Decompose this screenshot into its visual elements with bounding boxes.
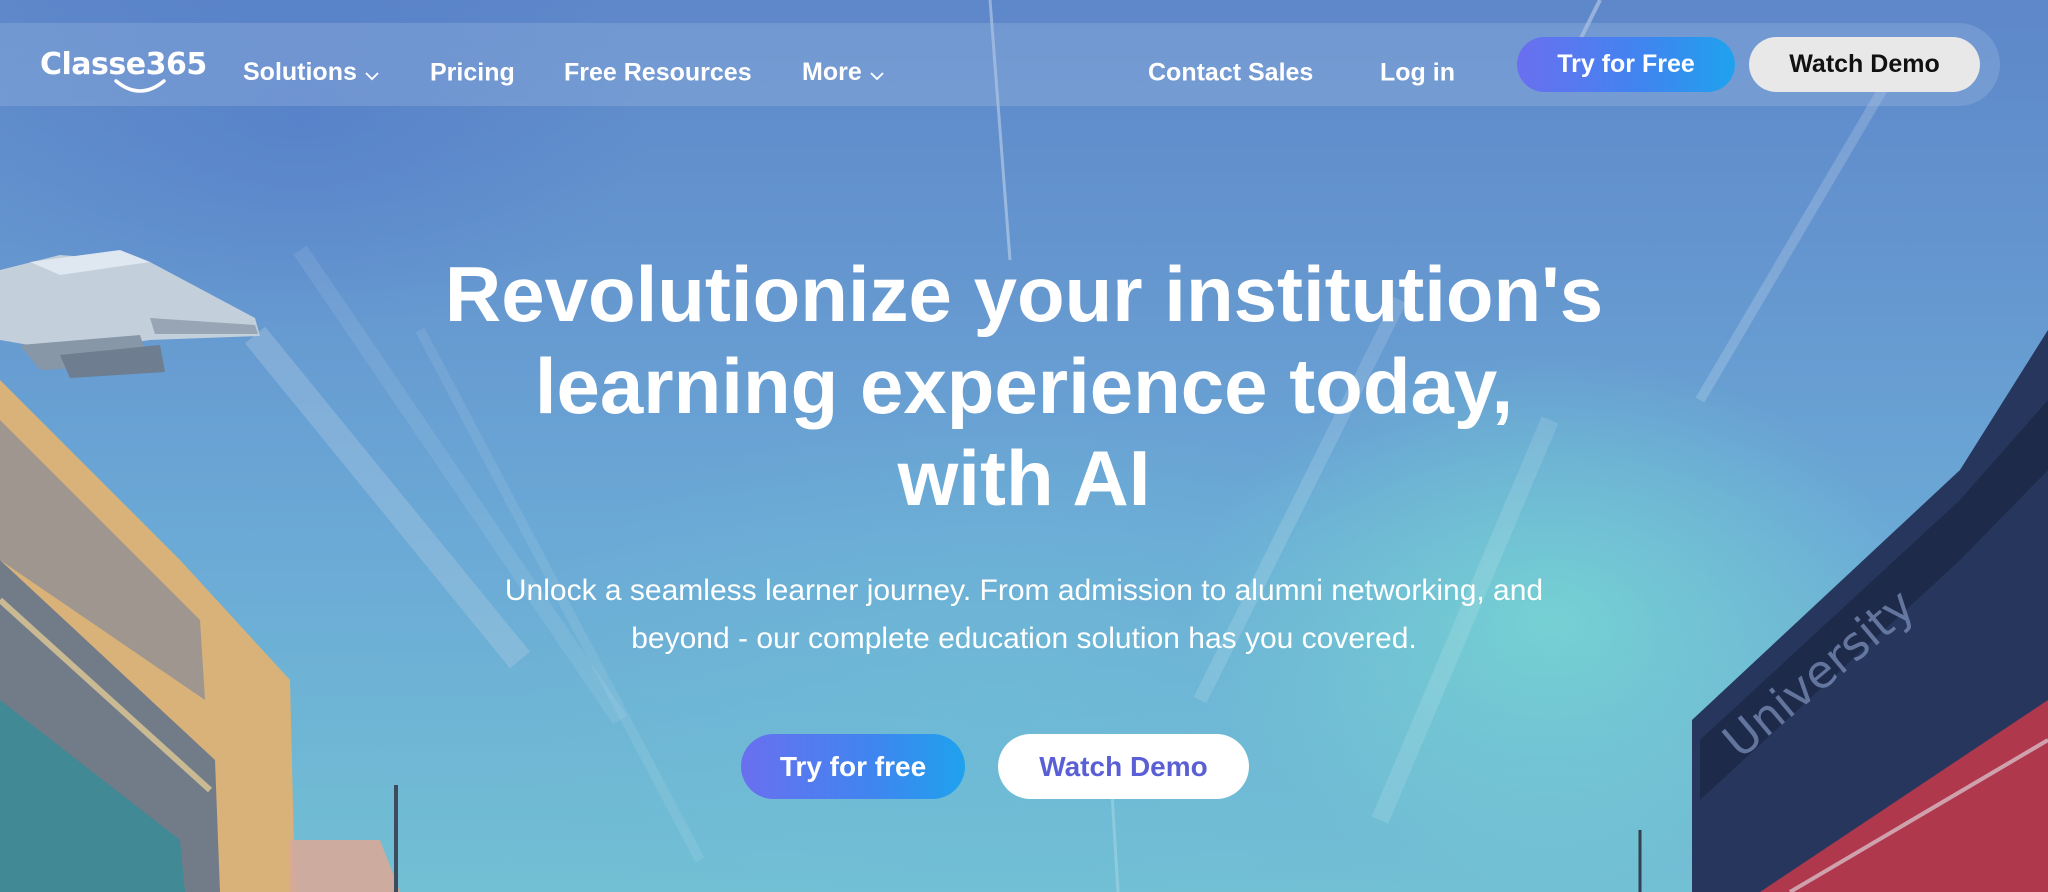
chevron-down-icon [870, 59, 884, 88]
hero-subtext: Unlock a seamless learner journey. From … [374, 567, 1674, 663]
contact-sales-link[interactable]: Contact Sales [1148, 59, 1313, 88]
hero-subtext-line: beyond - our complete education solution… [631, 622, 1417, 655]
hero-section: University Classe365 Solutions Pricing F… [0, 0, 2048, 892]
nav-item-label: Solutions [243, 58, 357, 87]
nav-item-more[interactable]: More [802, 58, 884, 88]
nav-item-solutions[interactable]: Solutions [243, 58, 379, 88]
hero-subtext-line: Unlock a seamless learner journey. From … [504, 574, 1544, 607]
nav-item-label: Pricing [430, 58, 515, 87]
nav-watch-demo-button[interactable]: Watch Demo [1749, 37, 1980, 92]
hero-watch-demo-button[interactable]: Watch Demo [998, 734, 1249, 799]
nav-item-label: Free Resources [564, 58, 752, 87]
classe365-logo[interactable]: Classe365 [40, 47, 207, 97]
hero-try-for-free-button[interactable]: Try for free [741, 734, 965, 799]
nav-item-label: More [802, 58, 862, 87]
hero-headline-line: with AI [897, 434, 1151, 522]
nav-try-for-free-button[interactable]: Try for Free [1517, 37, 1735, 92]
hero-headline: Revolutionize your institution's learnin… [374, 248, 1674, 524]
right-building-illustration: University [1638, 330, 2048, 892]
logo-smile-icon [114, 79, 166, 93]
hero-headline-line: learning experience today, [534, 342, 1514, 430]
nav-item-pricing[interactable]: Pricing [430, 59, 515, 88]
login-link[interactable]: Log in [1380, 59, 1455, 88]
hero-headline-line: Revolutionize your institution's [444, 250, 1604, 338]
chevron-down-icon [365, 59, 379, 88]
nav-item-free-resources[interactable]: Free Resources [564, 59, 752, 88]
